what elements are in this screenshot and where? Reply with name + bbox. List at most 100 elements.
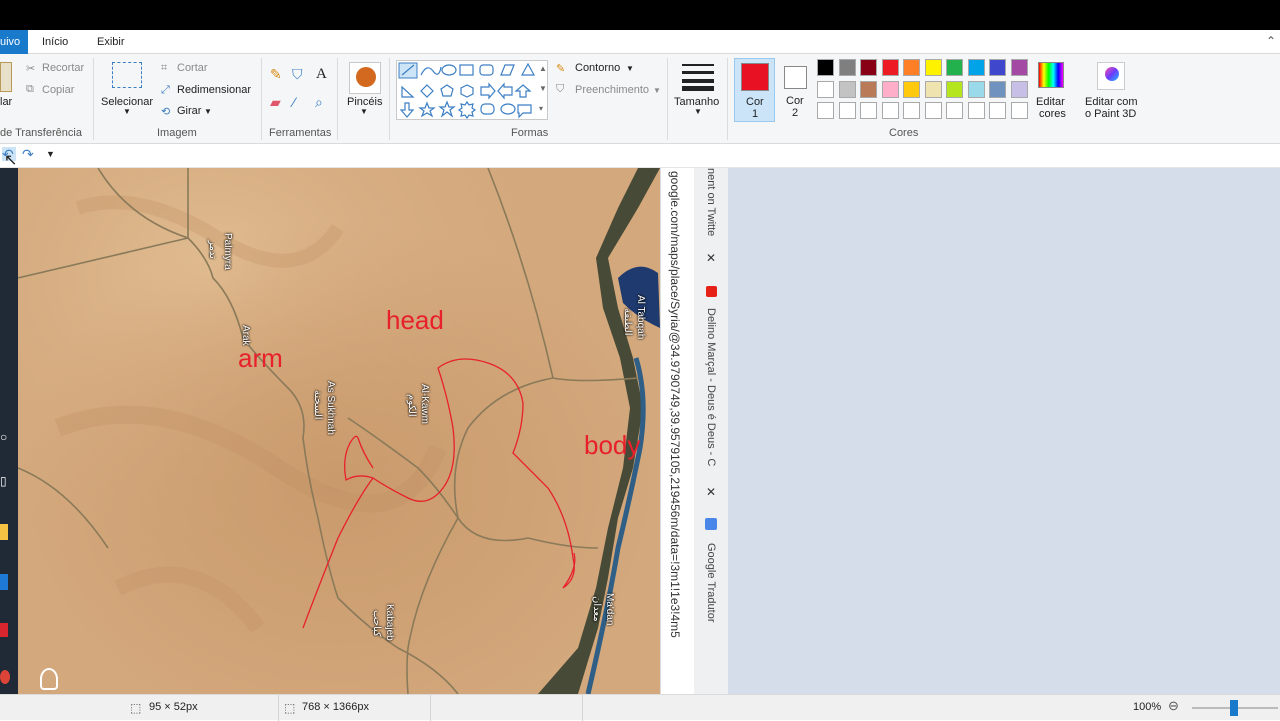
chevron-down-icon[interactable]: ▼ bbox=[360, 107, 368, 116]
chevron-down-icon[interactable]: ▼ bbox=[123, 107, 131, 116]
canvas-image[interactable]: head arm body Palmyra تدمر Arak As Sukhn… bbox=[18, 168, 660, 694]
palette-swatch[interactable] bbox=[838, 80, 856, 98]
edit-colors-button[interactable]: Editar bbox=[1036, 96, 1065, 108]
crop-button[interactable]: Cortar bbox=[177, 62, 208, 74]
shapes-gallery[interactable] bbox=[396, 60, 548, 120]
palette-swatch[interactable] bbox=[903, 102, 920, 119]
palette-swatch[interactable] bbox=[817, 102, 834, 119]
text-icon[interactable]: A bbox=[316, 66, 327, 83]
palette-swatch[interactable] bbox=[903, 80, 920, 98]
shapes-gallery-icons bbox=[398, 62, 536, 120]
divider bbox=[93, 58, 94, 140]
palette-swatch[interactable] bbox=[989, 102, 1006, 119]
tab-view[interactable]: Exibir bbox=[89, 30, 133, 54]
brush-icon[interactable] bbox=[349, 62, 381, 94]
paint3d-button[interactable]: Editar com bbox=[1085, 96, 1138, 108]
zoom-level: 100% bbox=[1133, 701, 1162, 713]
tab-home[interactable]: Início bbox=[34, 30, 76, 54]
cut-button[interactable]: Recortar bbox=[42, 62, 84, 74]
file-explorer-icon bbox=[0, 524, 8, 540]
color2-swatch bbox=[784, 66, 807, 89]
palette-swatch[interactable] bbox=[946, 59, 963, 76]
palette-swatch[interactable] bbox=[860, 102, 877, 119]
divider bbox=[278, 695, 279, 721]
divider bbox=[727, 58, 728, 140]
palette-swatch[interactable] bbox=[967, 102, 985, 119]
paste-button[interactable]: lar bbox=[0, 96, 12, 108]
palette-swatch[interactable] bbox=[924, 59, 942, 76]
status-bar: ⬚ 95 × 52px ⬚ 768 × 1366px 100% ⊖ bbox=[0, 694, 1280, 721]
browser-tab-3: Google Tradutor bbox=[705, 543, 717, 623]
google-translate-icon bbox=[705, 518, 717, 530]
place-sukhnah-ar: السخنة bbox=[312, 390, 323, 420]
task-view-icon: ▯ bbox=[0, 474, 7, 488]
paint3d-icon[interactable] bbox=[1097, 62, 1125, 90]
map-label-body: body bbox=[584, 430, 641, 460]
palette-swatch[interactable] bbox=[903, 59, 920, 76]
palette-swatch[interactable] bbox=[881, 59, 899, 76]
zoom-out-icon[interactable]: ⊖ bbox=[1168, 698, 1179, 714]
palette-swatch[interactable] bbox=[924, 80, 942, 98]
magnifier-icon[interactable]: ⌕ bbox=[315, 94, 323, 111]
chevron-down-icon[interactable]: ▼ bbox=[626, 64, 634, 73]
palette-swatch[interactable] bbox=[1010, 80, 1028, 98]
color2-button[interactable]: Cor 2 bbox=[776, 58, 817, 122]
pencil-icon[interactable]: ✎ bbox=[270, 66, 282, 83]
customize-toolbar-icon[interactable]: ▼ bbox=[46, 149, 55, 159]
chevron-down-icon[interactable]: ▼ bbox=[653, 86, 661, 95]
copy-icon: ⧉ bbox=[26, 83, 34, 95]
palette-swatch[interactable] bbox=[967, 59, 985, 76]
rotate-button[interactable]: Girar bbox=[177, 105, 201, 117]
expand-gallery-icon[interactable]: ▾ bbox=[539, 104, 543, 113]
palette-swatch[interactable] bbox=[989, 59, 1006, 76]
copy-button[interactable]: Copiar bbox=[42, 84, 74, 96]
palette-swatch[interactable] bbox=[860, 80, 877, 98]
palette-swatch[interactable] bbox=[881, 80, 899, 98]
edit-colors-icon[interactable] bbox=[1038, 62, 1064, 88]
fill-button[interactable]: Preenchimento bbox=[575, 84, 649, 96]
place-madan-ar: معدان bbox=[591, 596, 602, 622]
palette-swatch[interactable] bbox=[1010, 59, 1028, 76]
palette-swatch[interactable] bbox=[881, 102, 899, 119]
eraser-icon[interactable]: ▰ bbox=[270, 94, 281, 111]
collapse-ribbon-icon[interactable]: ⌃ bbox=[1266, 34, 1276, 48]
place-arak: Arak bbox=[240, 325, 251, 346]
tab-file[interactable]: uivo bbox=[0, 30, 28, 54]
size-line bbox=[682, 79, 714, 83]
palette-swatch[interactable] bbox=[989, 80, 1006, 98]
size-icon[interactable] bbox=[682, 62, 714, 91]
crop-icon: ⌗ bbox=[161, 62, 168, 74]
paste-icon[interactable] bbox=[0, 62, 12, 92]
palette-swatch[interactable] bbox=[967, 80, 985, 98]
color-picker-icon[interactable]: ⁄ bbox=[293, 94, 295, 110]
outline-button[interactable]: Contorno bbox=[575, 62, 620, 74]
palette-swatch[interactable] bbox=[817, 80, 834, 98]
divider bbox=[389, 58, 390, 140]
select-icon[interactable] bbox=[112, 62, 142, 88]
browser-tab-2: Delino Marçal - Deus é Deus - C bbox=[705, 308, 717, 467]
palette-swatch[interactable] bbox=[838, 59, 856, 76]
chevron-up-icon[interactable]: ▲ bbox=[539, 64, 547, 73]
cut-icon: ✂ bbox=[26, 63, 36, 75]
url-text: google.com/maps/place/Syria/@34.9790749,… bbox=[668, 171, 682, 638]
redo-icon[interactable]: ↷ bbox=[22, 147, 34, 161]
resize-button[interactable]: Redimensionar bbox=[177, 84, 251, 96]
palette-swatch[interactable] bbox=[946, 102, 963, 119]
fill-bucket-icon[interactable]: ⛉ bbox=[292, 66, 303, 83]
cortana-icon: ○ bbox=[0, 430, 8, 444]
chevron-down-icon[interactable]: ▼ bbox=[694, 107, 702, 116]
color1-button[interactable]: Cor 1 bbox=[734, 58, 775, 122]
palette-swatch[interactable] bbox=[924, 102, 942, 119]
palette-swatch[interactable] bbox=[838, 102, 856, 119]
palette-swatch[interactable] bbox=[860, 59, 877, 76]
chevron-down-icon[interactable]: ▼ bbox=[539, 84, 547, 93]
chevron-down-icon[interactable]: ▼ bbox=[204, 107, 212, 116]
zoom-slider-thumb[interactable] bbox=[1230, 700, 1238, 716]
palette-swatch[interactable] bbox=[1010, 102, 1028, 119]
palette-swatch[interactable] bbox=[817, 59, 834, 76]
youtube-icon bbox=[706, 286, 717, 297]
shapes-group-label: Formas bbox=[511, 127, 549, 139]
palette-swatch[interactable] bbox=[946, 80, 963, 98]
place-madan: Ma'dan bbox=[604, 593, 615, 626]
edit-colors-button-line2: cores bbox=[1039, 108, 1066, 120]
